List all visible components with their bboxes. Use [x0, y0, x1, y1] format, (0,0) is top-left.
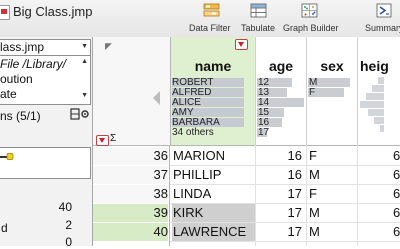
row-divider — [170, 241, 400, 242]
column-select-triangle-icon[interactable]: ◤ — [105, 41, 112, 52]
cell-sex[interactable]: F — [309, 185, 317, 203]
cell-height[interactable]: 6 — [393, 223, 400, 241]
cell-name[interactable]: MARION — [173, 147, 255, 165]
summary-button[interactable]: Summary — [362, 1, 400, 35]
cell-height[interactable]: 6 — [393, 204, 400, 222]
notes-line: oution — [0, 72, 33, 86]
cell-sex[interactable]: M — [309, 166, 320, 184]
graph-builder-button[interactable]: Graph Builder — [280, 1, 340, 35]
column-red-triangle-icon[interactable] — [235, 39, 248, 50]
cell-sex[interactable]: F — [309, 147, 317, 165]
disclosure-arrow-icon[interactable]: ▼ — [81, 43, 88, 50]
distribution-label: F — [309, 87, 316, 98]
distribution-label: 34 others — [172, 127, 214, 138]
table-name-box[interactable]: lass.jmp ▼ — [0, 39, 91, 56]
row-number[interactable]: 36 — [93, 147, 168, 165]
cell-sex[interactable]: M — [309, 204, 320, 222]
summary-label: Summary — [365, 23, 400, 33]
column-header-height[interactable]: heig — [358, 37, 400, 146]
notes-line: File /Library/ — [0, 57, 67, 71]
scroll-up-icon[interactable]: ▲ — [81, 58, 88, 65]
cell-height[interactable]: 6 — [393, 147, 400, 165]
row-select-triangle-icon[interactable] — [153, 91, 160, 105]
grid-corner[interactable]: ◤ Σ — [93, 37, 171, 146]
columns-header: ns (5/1) — [0, 109, 41, 123]
rows-count-value: 0 — [65, 235, 72, 249]
row-number[interactable]: 40 — [93, 223, 168, 241]
table-name: lass.jmp — [0, 40, 45, 54]
cell-age[interactable]: 17 — [256, 185, 302, 203]
column-settings-icon[interactable] — [70, 107, 90, 121]
cell-name[interactable]: LAWRENCE — [172, 223, 255, 241]
rows-count-value: 2 — [65, 218, 72, 232]
rows-count-label: d — [1, 221, 8, 235]
table-panel: lass.jmp ▼ File /Library/ oution ate ▲ ▼… — [0, 37, 93, 249]
data-filter-button[interactable]: Data Filter — [185, 1, 241, 35]
height-histogram — [360, 77, 384, 132]
sigma-icon[interactable]: Σ — [110, 133, 116, 144]
red-triangle-menu-icon[interactable] — [96, 135, 109, 146]
cell-age[interactable]: 16 — [256, 166, 302, 184]
summary-icon — [376, 3, 392, 18]
cell-height[interactable]: 6 — [393, 185, 400, 203]
row-number[interactable]: 39 — [93, 204, 168, 222]
rows-count-value: 40 — [58, 200, 72, 214]
scroll-down-icon[interactable]: ▼ — [81, 92, 88, 99]
cell-name[interactable]: KIRK — [172, 204, 255, 222]
cell-height[interactable]: 6 — [393, 166, 400, 184]
cell-name[interactable]: PHILLIP — [173, 166, 255, 184]
row-number[interactable]: 37 — [93, 166, 168, 184]
row-number[interactable]: 38 — [93, 185, 168, 203]
table-notes-box[interactable]: File /Library/ oution ate ▲ ▼ — [0, 55, 91, 105]
title-bar: Big Class.jmp Data Filter Tabulate Graph… — [0, 0, 400, 38]
column-title: name — [194, 58, 232, 74]
graph-builder-label: Graph Builder — [283, 23, 339, 33]
notes-line: ate — [0, 87, 17, 101]
tabulate-button[interactable]: Tabulate — [240, 1, 276, 35]
column-divider — [357, 145, 358, 246]
cell-age[interactable]: 17 — [256, 204, 302, 222]
column-title: age — [268, 58, 294, 74]
column-header-sex[interactable]: sex M F — [307, 37, 358, 146]
column-divider — [306, 145, 307, 246]
data-filter-icon — [203, 3, 220, 17]
distribution-label: 17 — [258, 127, 270, 138]
key-icon — [0, 153, 14, 160]
column-title: heig — [360, 58, 389, 74]
cell-age[interactable]: 16 — [256, 147, 302, 165]
tabulate-icon — [250, 3, 267, 18]
column-header-age[interactable]: age 12 13 14 15 16 17 — [256, 37, 307, 146]
column-header-name[interactable]: name ROBERT ALFRED ALICE AMY BARBARA 34 … — [171, 37, 256, 146]
window-title: Big Class.jmp — [13, 4, 93, 19]
graph-builder-icon — [301, 3, 318, 18]
cell-age[interactable]: 17 — [256, 223, 302, 241]
column-divider — [255, 145, 256, 246]
column-title: sex — [320, 58, 344, 74]
tabulate-label: Tabulate — [241, 23, 276, 33]
data-table-icon — [0, 5, 10, 20]
cell-sex[interactable]: M — [309, 223, 320, 241]
row-header-divider — [169, 145, 170, 246]
data-filter-label: Data Filter — [189, 23, 231, 33]
cell-name[interactable]: LINDA — [173, 185, 255, 203]
data-grid: ◤ Σ name ROBERT ALFRED ALICE AMY BARBARA… — [93, 37, 400, 246]
column-list[interactable] — [0, 147, 91, 179]
